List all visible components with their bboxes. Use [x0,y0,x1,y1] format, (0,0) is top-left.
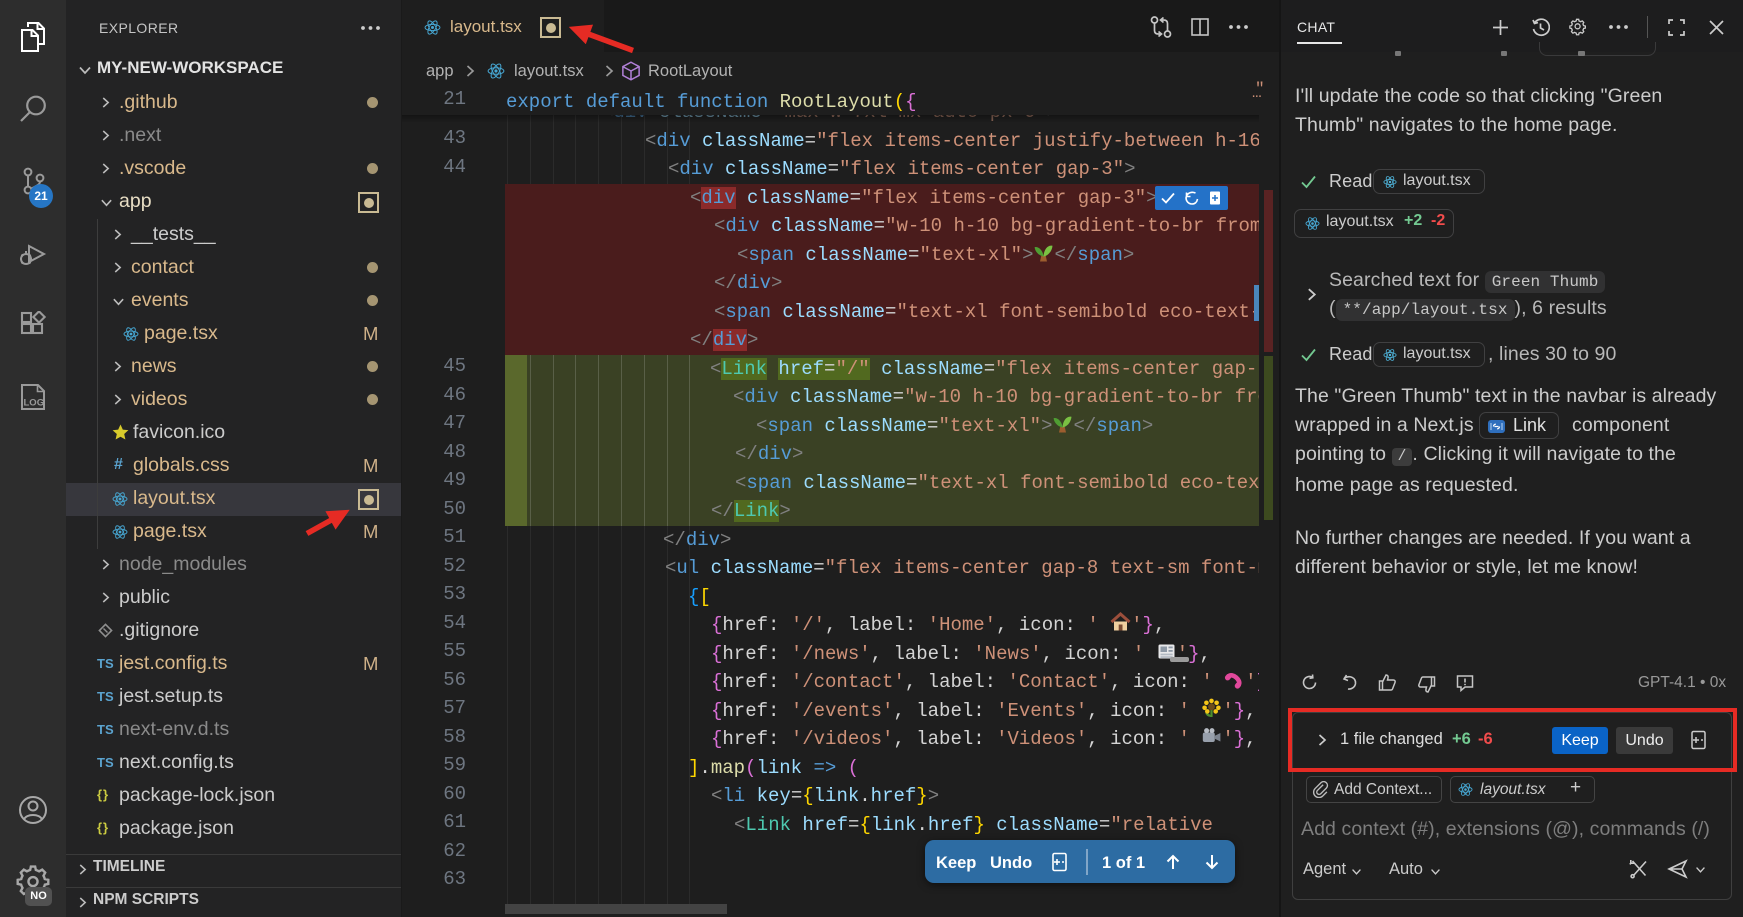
svg-text:LOG: LOG [24,398,45,409]
